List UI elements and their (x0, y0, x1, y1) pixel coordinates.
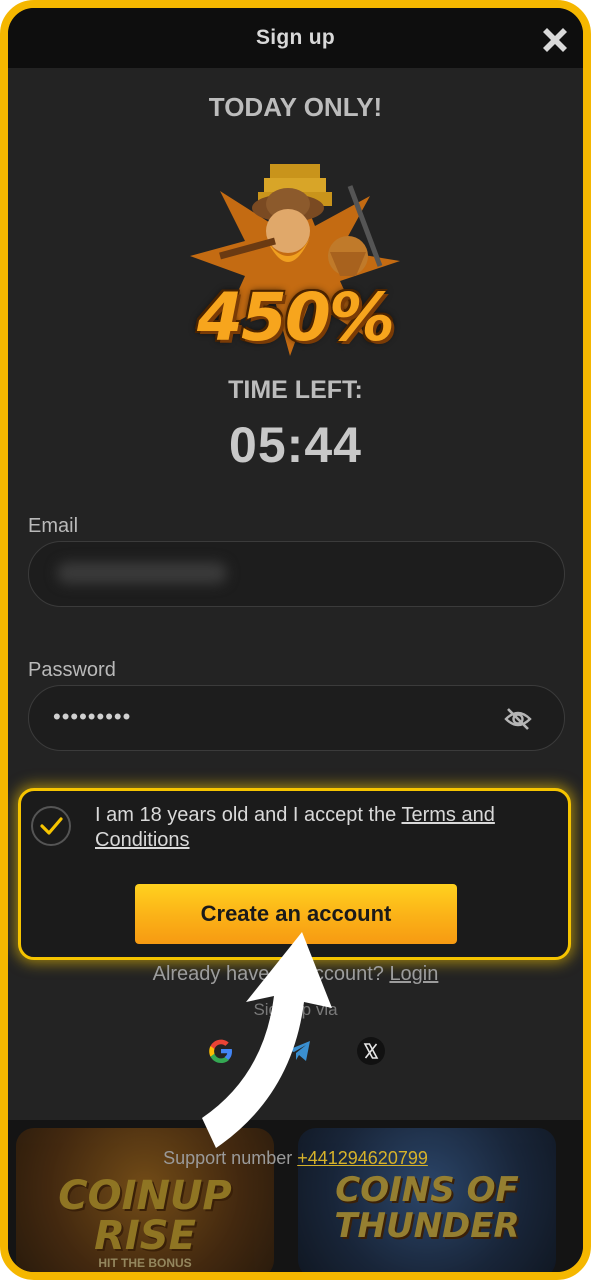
close-icon[interactable] (535, 20, 575, 60)
signup-modal: Sign up TODAY ONLY! 450% TIME LEFT: 05:4… (0, 0, 591, 1280)
game-subtitle: HIT THE BONUS (98, 1256, 192, 1270)
modal-title: Sign up (255, 26, 336, 49)
consent-label: I am 18 years old and I accept the (95, 804, 402, 826)
email-label: Email (28, 515, 79, 537)
modal-header: Sign up (8, 8, 583, 68)
pointer-arrow-icon (202, 932, 332, 1148)
x-icon[interactable] (356, 1036, 386, 1066)
checkmark-icon (40, 817, 63, 835)
promo-banner-image: 450% (180, 156, 410, 366)
email-field[interactable] (28, 541, 565, 607)
consent-text: I am 18 years old and I accept the Terms… (95, 803, 565, 853)
promo-label: TODAY ONLY! (208, 92, 383, 122)
game-title: COINS OF THUNDER (334, 1170, 520, 1246)
eye-slash-icon[interactable] (504, 706, 532, 732)
password-label: Password (28, 659, 116, 681)
countdown-timer: 05:44 (229, 417, 362, 473)
game-title: COINUP RISE (58, 1173, 232, 1259)
password-field[interactable]: ••••••••• (28, 685, 565, 751)
bonus-percent: 450% (197, 279, 395, 356)
email-value-redacted (57, 562, 227, 584)
age-consent-checkbox[interactable] (31, 806, 71, 846)
login-link[interactable]: Login (389, 963, 438, 985)
timer-label: TIME LEFT: (228, 376, 363, 404)
password-value: ••••••••• (53, 704, 132, 729)
